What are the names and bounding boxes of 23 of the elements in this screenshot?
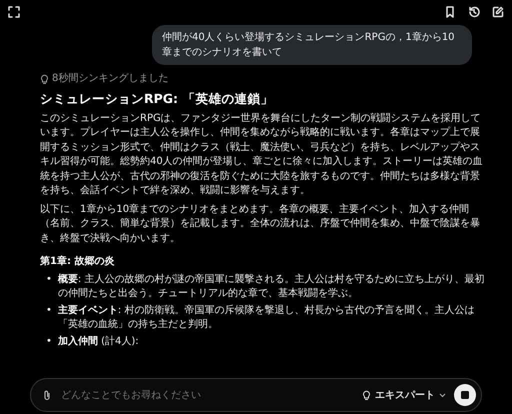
answer-paragraph: このシミュレーションRPGは、ファンタジー世界を舞台にしたターン制の戦闘システムを採用しています。プレイヤーは主人公を操作し、仲間を集めながら戦略的に戦います。各章はマップ上で展開するミッション形式で、仲間はクラス（戦士、魔法使い、弓兵など）を持ち、レベルアップやスキル習得が可能。総勢約40人の仲間が登場し、章ごとに徐々に加入します。ストーリーは英雄の血統を持つ主人公が、古代の邪神の復活を防ぐために大陸を旅するものです。仲間たちは多様な背景を持ち、会話イベントで絆を深め、戦闘に影響を与えます。 — [40, 112, 484, 198]
mode-selector[interactable]: エキスパート — [362, 388, 446, 402]
lightbulb-icon — [362, 390, 371, 400]
chevron-down-icon — [439, 392, 446, 398]
answer-paragraph: 以下に、1章から10章までのシナリオをまとめます。各章の概要、主要イベント、加入する仲間（名前、クラス、簡単な背景）を記載します。全体の流れは、序盤で仲間を集め、中盤で陰謀を暴き、終盤で決戦へ向かいます。 — [40, 202, 481, 246]
bullet-text: 加入仲間 (計4人): — [58, 334, 139, 348]
user-message: 仲間が40人くらい登場するシミュレーションRPGの，1章から10章までのシナリオを書いて — [152, 25, 472, 65]
chapter-heading: 第1章: 故郷の炎 — [40, 255, 116, 269]
bullet-marker: • — [46, 304, 52, 318]
lightbulb-icon — [40, 74, 49, 84]
attach-icon[interactable] — [43, 390, 51, 400]
bookmark-button[interactable] — [444, 6, 456, 18]
thinking-status[interactable]: 8秒間シンキングしました — [52, 72, 168, 86]
stop-button[interactable] — [454, 384, 476, 406]
fullscreen-button[interactable] — [8, 6, 20, 18]
bullet-marker: • — [46, 334, 52, 348]
bullet-text: 主要イベント: 村の防衛戦。帝国軍の斥候隊を撃退し、村長から古代の予言を聞く。主人公は「英雄の血統」の持ち主だと判明。 — [58, 304, 476, 332]
answer-title: シミュレーションRPG: 「英雄の連鎖」 — [40, 90, 274, 106]
bullet-marker: • — [46, 272, 52, 286]
edit-button[interactable] — [492, 6, 504, 18]
bullet-text: 概要: 主人公の故郷の村が謎の帝国軍に襲撃される。主人公は村を守るために立ち上がり、最初の仲間たちと出会う。チュートリアル的な章で、基本戦闘を学ぶ。 — [58, 272, 486, 301]
history-button[interactable] — [468, 6, 480, 18]
message-input[interactable]: どんなことでもお尋ねください — [59, 388, 354, 402]
